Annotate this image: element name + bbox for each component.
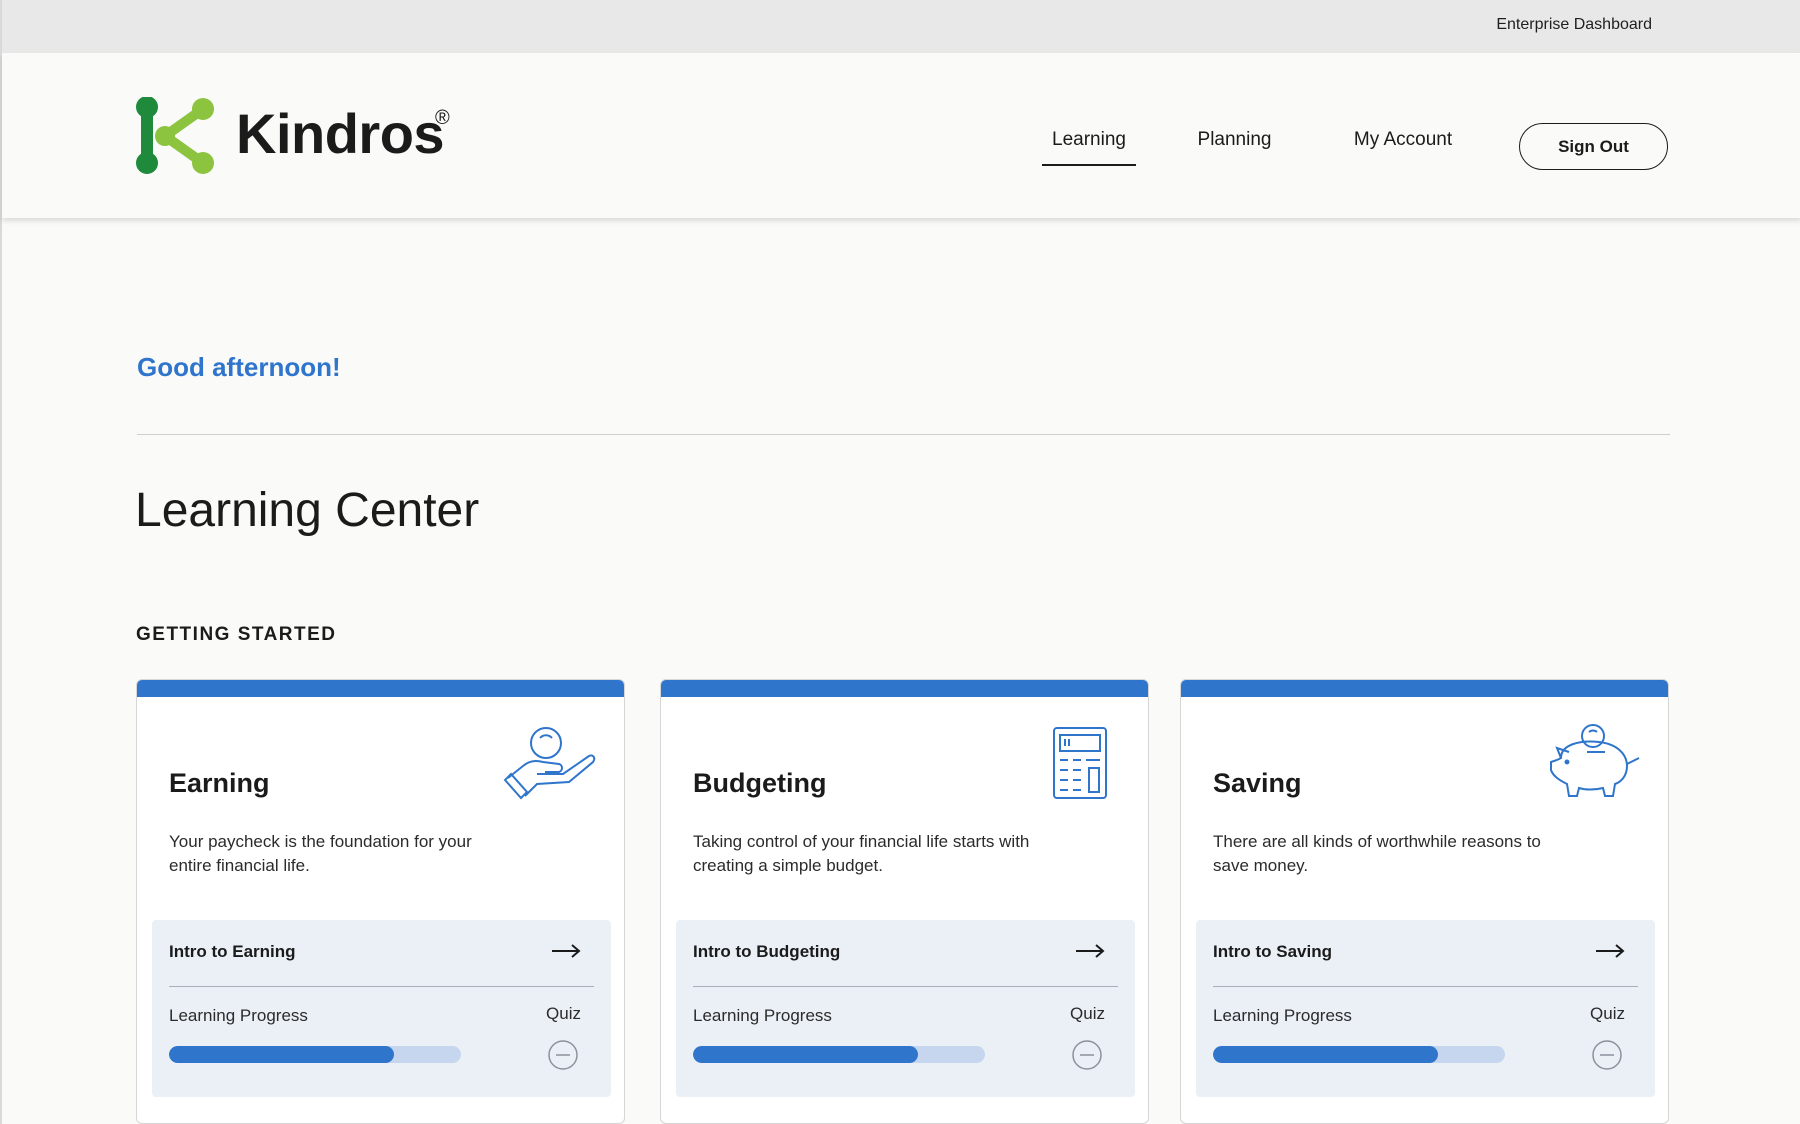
lesson-panel[interactable]: Intro to Earning Learning Progress Quiz xyxy=(152,920,611,1097)
minus-circle-icon xyxy=(548,1040,578,1070)
card-description: Your paycheck is the foundation for your… xyxy=(169,832,472,875)
piggy-bank-icon xyxy=(1550,724,1640,797)
card-accent-bar xyxy=(1181,680,1668,697)
kindros-logo-icon xyxy=(136,97,214,174)
progress-fill xyxy=(169,1046,394,1063)
site-header: Kindros ® Learning Planning My Account S… xyxy=(2,53,1800,218)
card-accent-bar xyxy=(661,680,1148,697)
nav-planning[interactable]: Planning xyxy=(1192,129,1277,151)
greeting: Good afternoon! xyxy=(137,352,341,382)
lesson-panel[interactable]: Intro to Saving Learning Progress Quiz xyxy=(1196,920,1655,1097)
course-card-earning: Earning Your paycheck is the foundation … xyxy=(136,679,625,1124)
minus-circle-icon xyxy=(1592,1040,1622,1070)
card-description: Taking control of your financial life st… xyxy=(693,832,1030,875)
brand-name: Kindros xyxy=(236,102,445,165)
divider xyxy=(169,986,594,987)
enterprise-dashboard-link[interactable]: Enterprise Dashboard xyxy=(1496,16,1652,34)
arrow-right-icon[interactable] xyxy=(1075,942,1105,960)
section-label: GETTING STARTED xyxy=(136,624,337,645)
brand-logo[interactable]: Kindros ® xyxy=(135,97,495,177)
calculator-icon xyxy=(1053,727,1107,799)
quiz-label: Quiz xyxy=(546,1004,581,1023)
card-title: Saving xyxy=(1213,768,1302,798)
progress-label: Learning Progress xyxy=(693,1006,832,1025)
quiz-label: Quiz xyxy=(1070,1004,1105,1023)
card-title: Earning xyxy=(169,768,270,798)
progress-bar xyxy=(169,1046,461,1063)
progress-bar xyxy=(693,1046,985,1063)
card-accent-bar xyxy=(137,680,624,697)
divider xyxy=(1213,986,1638,987)
registered-mark: ® xyxy=(435,107,450,129)
page-title: Learning Center xyxy=(135,484,480,537)
progress-fill xyxy=(693,1046,918,1063)
lesson-title[interactable]: Intro to Earning xyxy=(169,942,296,962)
course-card-budgeting: Budgeting Taking control of your financi… xyxy=(660,679,1149,1124)
minus-circle-icon xyxy=(1072,1040,1102,1070)
app-frame: Enterprise Dashboard Kindros ® Learning … xyxy=(0,0,1800,1124)
quiz-label: Quiz xyxy=(1590,1004,1625,1023)
card-title: Budgeting xyxy=(693,768,827,798)
top-utility-bar: Enterprise Dashboard xyxy=(2,0,1800,53)
lesson-title[interactable]: Intro to Saving xyxy=(1213,942,1332,962)
divider xyxy=(137,434,1670,435)
card-description: There are all kinds of worthwhile reason… xyxy=(1213,832,1541,875)
lesson-panel[interactable]: Intro to Budgeting Learning Progress Qui… xyxy=(676,920,1135,1097)
nav-my-account[interactable]: My Account xyxy=(1348,129,1458,151)
sign-out-button[interactable]: Sign Out xyxy=(1519,123,1668,170)
hand-coin-icon xyxy=(503,727,596,800)
progress-bar xyxy=(1213,1046,1505,1063)
arrow-right-icon[interactable] xyxy=(1595,942,1625,960)
course-card-saving: Saving There are all kinds of worthwhile… xyxy=(1180,679,1669,1124)
progress-label: Learning Progress xyxy=(169,1006,308,1025)
nav-learning[interactable]: Learning xyxy=(1042,129,1136,166)
lesson-title[interactable]: Intro to Budgeting xyxy=(693,942,840,962)
arrow-right-icon[interactable] xyxy=(551,942,581,960)
divider xyxy=(693,986,1118,987)
progress-fill xyxy=(1213,1046,1438,1063)
progress-label: Learning Progress xyxy=(1213,1006,1352,1025)
